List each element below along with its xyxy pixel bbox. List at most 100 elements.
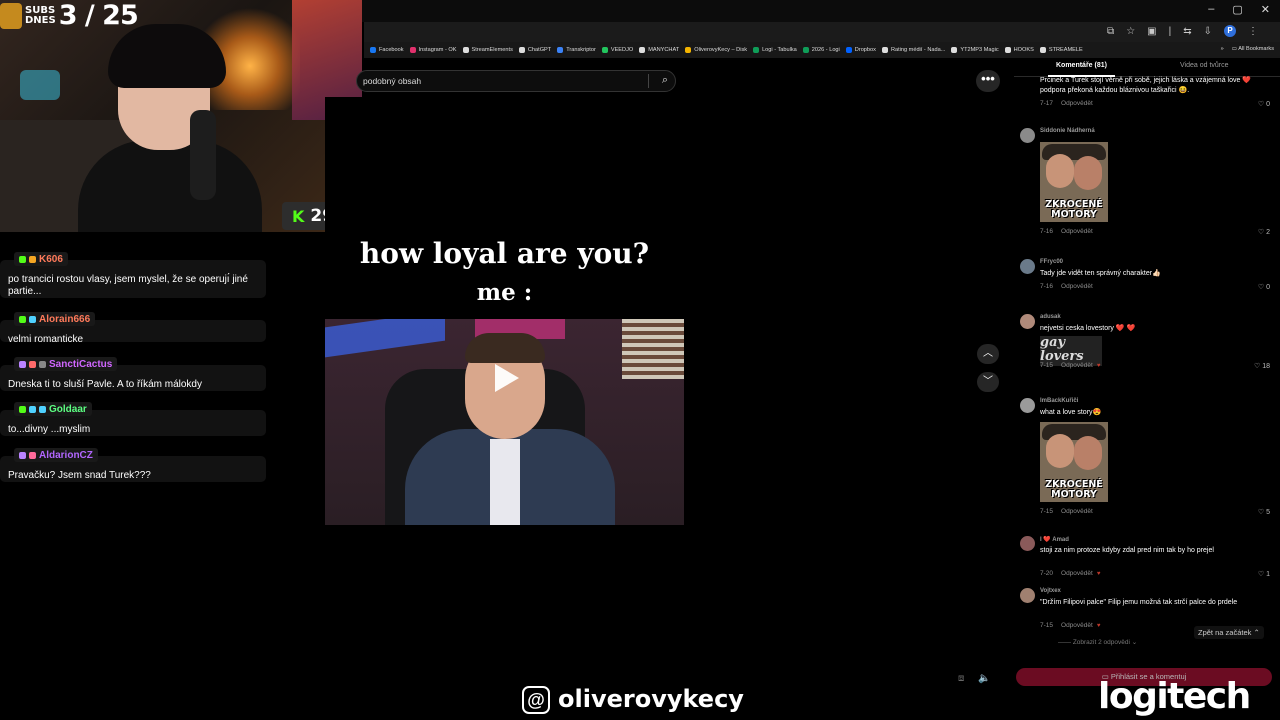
bookmark-label: Facebook <box>379 47 404 53</box>
chat-message-header: K606 <box>14 252 68 266</box>
comment-author[interactable]: Siddonie Nádherná <box>1040 128 1095 134</box>
comment-date: 7-16 <box>1040 228 1054 235</box>
reply-button[interactable]: Odpovědět <box>1061 100 1093 107</box>
reply-button[interactable]: Odpovědět <box>1061 362 1093 369</box>
previous-video-button[interactable]: ︿ <box>977 344 999 364</box>
comment-author[interactable]: I ❤️ Amad <box>1040 536 1069 543</box>
show-replies-label: Zobrazit 2 odpovědi <box>1072 639 1130 646</box>
next-video-button[interactable]: ﹀ <box>977 372 999 392</box>
creator-heart-icon: ♥ <box>1096 363 1101 369</box>
avatar[interactable] <box>1020 128 1035 143</box>
video-player[interactable]: how loyal are you? me : <box>325 97 684 525</box>
comment-text: nejvetsi ceska lovestory ❤️ ❤️ <box>1040 325 1136 332</box>
extensions-icon[interactable]: ▣ <box>1147 26 1156 37</box>
bookmark-label: MANYCHAT <box>648 47 680 53</box>
play-icon[interactable] <box>495 364 519 392</box>
comment-author[interactable]: FFryc00 <box>1040 259 1063 265</box>
translate-icon[interactable]: ⧉ <box>1107 26 1114 37</box>
menu-icon[interactable]: ⋮ <box>1248 26 1258 37</box>
bookmark-item[interactable]: Instagram - OK <box>409 47 457 53</box>
background-light <box>20 70 60 100</box>
bookmark-item[interactable]: StreamElements <box>462 47 513 53</box>
bookmark-label: Dropbox <box>854 47 876 53</box>
avatar[interactable] <box>1020 536 1035 551</box>
like-count: 0 <box>1266 101 1270 108</box>
bookmark-item[interactable]: Facebook <box>370 47 404 53</box>
show-replies-button[interactable]: —— Zobrazit 2 odpovědi ⌄ <box>1058 638 1137 646</box>
creator-heart-icon: ♥ <box>1096 571 1101 577</box>
back-to-top-button[interactable]: Zpět na začátek ⌃ <box>1194 626 1264 639</box>
search-divider <box>648 74 649 88</box>
bookmark-item[interactable]: OliverovyKecy – Disk <box>685 47 747 53</box>
reply-button[interactable]: Odpovědět <box>1061 283 1093 290</box>
like-button[interactable]: ♡ 5 <box>1258 508 1270 516</box>
comment-meta: 7-20 Odpovědět ♥ <box>1040 570 1100 577</box>
streamer-body <box>78 140 262 232</box>
like-button[interactable]: ♡ 0 <box>1258 100 1270 108</box>
like-button[interactable]: ♡ 2 <box>1258 228 1270 236</box>
bookmark-favicon-icon <box>1039 47 1046 53</box>
minimize-icon[interactable]: – <box>1208 3 1214 16</box>
chat-username: Goldaar <box>49 403 87 415</box>
download-icon[interactable]: ⇩ <box>1204 26 1212 37</box>
like-count: 5 <box>1266 509 1270 516</box>
avatar[interactable] <box>1020 588 1035 603</box>
reply-button[interactable]: Odpovědět <box>1061 622 1093 629</box>
microphone <box>190 110 216 200</box>
heart-icon: ♡ <box>1257 101 1267 108</box>
volume-icon[interactable]: 🔈 <box>978 673 990 684</box>
search-input[interactable]: podobný obsah <box>363 76 421 86</box>
neon-sign <box>325 319 445 358</box>
like-button[interactable]: ♡ 1 <box>1258 570 1270 578</box>
heart-icon: ♡ <box>1257 571 1267 578</box>
avatar[interactable] <box>1020 398 1035 413</box>
bookmark-label: Logi - Tabulka <box>762 47 797 53</box>
pip-icon[interactable]: ⧈ <box>958 673 964 684</box>
user-badge-icon <box>29 255 36 263</box>
reply-button[interactable]: Odpovědět <box>1061 508 1093 515</box>
comment-author[interactable]: Vojtxex <box>1040 588 1061 594</box>
bookmark-label: STREAMELE <box>1048 47 1083 53</box>
bookmark-item[interactable]: MANYCHAT <box>639 47 679 53</box>
heart-icon: ♡ <box>1257 229 1267 236</box>
creator-heart-icon: ♥ <box>1096 623 1101 629</box>
bookmark-item[interactable]: VEEDJO <box>601 47 633 53</box>
more-options-button[interactable]: ••• <box>976 70 1000 92</box>
star-icon[interactable]: ☆ <box>1126 26 1135 37</box>
close-icon[interactable]: ✕ <box>1261 3 1270 16</box>
bookmark-item[interactable]: YT2MP3 Magic <box>951 47 999 53</box>
reply-button[interactable]: Odpovědět <box>1061 570 1093 577</box>
tab-comments[interactable]: Komentáře (81) <box>1048 62 1115 77</box>
threads-icon: @ <box>522 686 550 714</box>
like-button[interactable]: ♡ 0 <box>1258 283 1270 291</box>
bookmark-item[interactable]: Transkriptor <box>557 47 596 53</box>
all-bookmarks-button[interactable]: ▭ All Bookmarks <box>1232 46 1274 52</box>
bookmark-item[interactable]: 2026 - Logi <box>802 47 840 53</box>
search-icon[interactable]: ⌕ <box>662 74 668 87</box>
comment-author[interactable]: ImBackKuřiči <box>1040 398 1078 404</box>
comment-date: 7-15 <box>1040 508 1054 515</box>
cast-icon[interactable]: ⇆ <box>1183 26 1191 37</box>
bookmark-item[interactable]: ChatGPT <box>518 47 551 53</box>
comment-author[interactable]: adusak <box>1040 314 1061 320</box>
sticker-text: ZKROCENÉ MOTORY <box>1045 199 1103 220</box>
bookmarks-more-button[interactable]: » <box>1221 46 1224 52</box>
bookmark-label: Instagram - OK <box>418 47 457 53</box>
like-button[interactable]: ♡ 18 <box>1254 362 1270 370</box>
avatar[interactable] <box>1020 314 1035 329</box>
bookmark-item[interactable]: Logi - Tabulka <box>753 47 797 53</box>
search-bar[interactable]: podobný obsah ⌕ <box>356 70 676 92</box>
sticker-face <box>1046 434 1074 468</box>
bookmark-item[interactable]: Rating médií - Nada... <box>881 47 945 53</box>
comments-tabs: Komentáře (81) Videa od tvůrce <box>1014 58 1280 77</box>
profile-avatar[interactable]: P <box>1224 25 1236 37</box>
reply-button[interactable]: Odpovědět <box>1061 228 1093 235</box>
bookmark-item[interactable]: STREAMELE <box>1039 47 1083 53</box>
bookmark-item[interactable]: Dropbox <box>845 47 876 53</box>
comment-date: 7-17 <box>1040 100 1054 107</box>
tab-creator-videos[interactable]: Videa od tvůrce <box>1180 62 1229 69</box>
chat-message-text: po trancici rostou vlasy, jsem myslel, ž… <box>8 274 248 297</box>
avatar[interactable] <box>1020 259 1035 274</box>
bookmark-item[interactable]: HOOKS <box>1004 47 1034 53</box>
maximize-icon[interactable]: ▢ <box>1232 3 1242 16</box>
